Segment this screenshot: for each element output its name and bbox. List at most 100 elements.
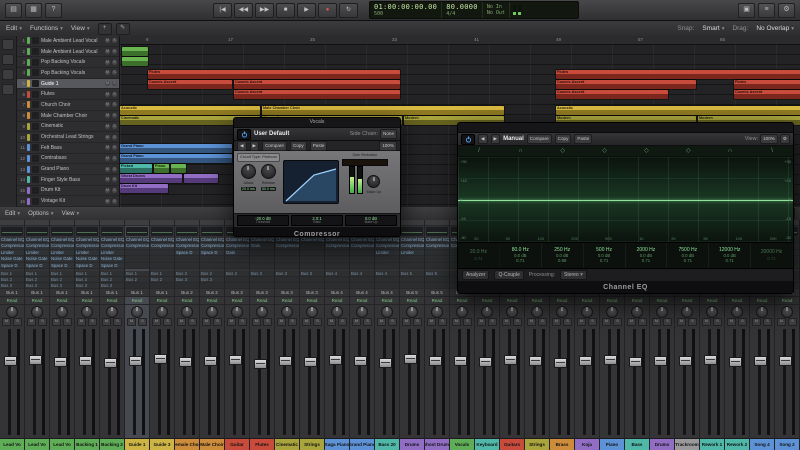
solo-button[interactable]: S (112, 59, 117, 65)
view-zoom-button[interactable]: 100% (379, 140, 397, 151)
channel-strip[interactable]: Channel EQ Compressor Limiter Noise Gate Spa… (50, 220, 75, 450)
pan-knob[interactable] (681, 305, 693, 318)
eq-band-button-1[interactable]: / (458, 146, 500, 156)
channel-strip[interactable]: Channel EQ Compressor Limiter Bus 5 Bus 5 Rea… (400, 220, 425, 450)
solo-button[interactable]: S (588, 318, 597, 326)
mute-button[interactable]: M (2, 318, 11, 326)
solo-button[interactable]: S (163, 318, 172, 326)
region[interactable]: Flutes (556, 70, 800, 79)
mute-button[interactable]: M (277, 318, 286, 326)
plugin-slot[interactable] (175, 262, 199, 270)
eq-thumbnail[interactable] (201, 227, 223, 236)
menu-view[interactable]: View ▾ (71, 25, 90, 32)
pointer-tool-icon[interactable]: + (97, 22, 112, 35)
volume-fader[interactable] (354, 356, 367, 366)
pan-knob[interactable] (506, 305, 518, 318)
circuit-type-selector[interactable]: Circuit Type: Platinum (237, 153, 280, 162)
solo-button[interactable]: S (13, 318, 22, 326)
mute-button[interactable]: M (577, 318, 586, 326)
region[interactable]: Flutes (734, 80, 800, 89)
pan-knob[interactable] (256, 305, 268, 318)
threshold-field[interactable]: -20.0 dB Threshold (237, 215, 289, 226)
mute-button[interactable]: M (105, 187, 110, 193)
automation-mode-button[interactable]: Read (100, 297, 124, 305)
region[interactable]: Cosmic Ascent (556, 80, 696, 89)
solo-button[interactable]: S (463, 318, 472, 326)
region[interactable]: Cosmic Ascent (734, 90, 800, 99)
plugin-slot[interactable] (425, 262, 449, 270)
pan-knob[interactable] (706, 305, 718, 318)
mute-button[interactable]: M (105, 38, 110, 44)
solo-button[interactable]: S (288, 318, 297, 326)
channel-strip[interactable]: Channel EQCompressorBus 4Bus 4ReadMSGran… (350, 220, 375, 450)
eq-frequency-display[interactable]: +30 +15 0 -15 -30 +30 +15 0 -15 -30 20 50 100 200 50… (458, 157, 793, 242)
channel-setting-button[interactable] (150, 220, 174, 226)
automation-mode-button[interactable]: Read (75, 297, 99, 305)
automation-mode-button[interactable]: Read (400, 297, 424, 305)
channel-setting-button[interactable] (400, 220, 424, 226)
plugin-slot[interactable] (325, 262, 349, 270)
play-button[interactable]: ▶ (297, 2, 316, 18)
channel-strip[interactable]: Channel EQ Compressor Bus 1 Bus 2 Bus 1 Read M… (125, 220, 150, 450)
channel-strip[interactable]: Channel EQ Compressor Bus 3 Bus 3 Read M S Cine… (275, 220, 300, 450)
pan-knob[interactable] (656, 305, 668, 318)
mute-button[interactable]: M (527, 318, 536, 326)
channel-strip[interactable]: Channel EQ Compressor Space D Bus 2 Bus 3 Bus… (175, 220, 200, 450)
track-name-label[interactable]: Backing 1 (75, 438, 99, 450)
prev-preset-button[interactable]: ◀ (478, 134, 488, 144)
track-header[interactable]: 15 Drum Kit M S (17, 186, 119, 197)
volume-fader[interactable] (429, 356, 442, 366)
output-selector[interactable]: Bus 3 (300, 289, 324, 297)
solo-button[interactable]: S (112, 81, 117, 87)
channel-eq-window[interactable]: ◀ ▶ Manual Compare Copy Paste View: 100%… (457, 122, 794, 294)
eq-thumbnail[interactable] (151, 227, 173, 236)
track-header[interactable]: 5 Guide 1 MS (17, 78, 119, 90)
pan-knob[interactable] (131, 305, 143, 318)
automation-mode-button[interactable]: Read (650, 297, 674, 305)
solo-button[interactable]: S (313, 318, 322, 326)
volume-fader[interactable] (304, 357, 317, 368)
solo-button[interactable]: S (112, 198, 117, 204)
menu-functions[interactable]: Functions ▾ (30, 25, 63, 32)
region[interactable] (122, 47, 148, 56)
mute-button[interactable]: M (327, 318, 336, 326)
solo-button[interactable]: S (363, 318, 372, 326)
track-name-label[interactable]: Piano (600, 438, 624, 450)
track-header[interactable]: 13 Grand Piano M S (17, 164, 119, 175)
channel-strip[interactable]: Channel EQ Compressor Space D Bus 2 Bus 3 Bus… (200, 220, 225, 450)
track-name-label[interactable]: Song 4 (750, 438, 774, 450)
plugin-slot[interactable]: Space D (50, 262, 74, 270)
volume-fader[interactable] (254, 359, 267, 370)
plugin-slot[interactable]: Space D (0, 262, 24, 270)
pan-knob[interactable] (756, 305, 768, 318)
plugin-slot[interactable] (200, 262, 224, 270)
track-name-label[interactable]: Drums (400, 438, 424, 450)
solo-button[interactable]: S (438, 318, 447, 326)
toggle-inspector-icon[interactable]: ▦ (25, 2, 42, 18)
volume-fader[interactable] (279, 356, 292, 366)
solo-button[interactable]: S (613, 318, 622, 326)
plugin-slot[interactable]: Space D (75, 262, 99, 270)
track-name-label[interactable]: Keyboard (475, 438, 499, 450)
channel-setting-button[interactable] (100, 220, 124, 226)
automation-mode-button[interactable]: Read (500, 297, 524, 305)
mute-button[interactable]: M (652, 318, 661, 326)
output-selector[interactable]: Bus 1 (75, 289, 99, 297)
eq-band-field-1[interactable]: 20.0 Hz 0.71 (458, 243, 500, 268)
track-header[interactable]: 2 Male Ambient Lead Vocal M S (17, 47, 119, 58)
compare-button[interactable]: Compare (262, 140, 287, 151)
next-preset-button[interactable]: ▶ (490, 134, 501, 144)
output-selector[interactable]: Bus 4 (375, 289, 399, 297)
mute-button[interactable]: M (727, 318, 736, 326)
mute-button[interactable]: M (52, 318, 61, 326)
mute-button[interactable]: M (252, 318, 261, 326)
volume-fader[interactable] (4, 356, 17, 366)
solo-button[interactable]: S (112, 102, 117, 108)
volume-fader[interactable] (504, 354, 517, 365)
track-name-label[interactable]: Ghost Drums (425, 438, 449, 450)
solo-button[interactable]: S (112, 38, 117, 44)
copy-button[interactable]: Copy (290, 140, 307, 151)
volume-fader[interactable] (104, 358, 117, 369)
output-selector[interactable]: Bus 4 (325, 289, 349, 297)
view-zoom-button[interactable]: 100% (760, 134, 778, 144)
